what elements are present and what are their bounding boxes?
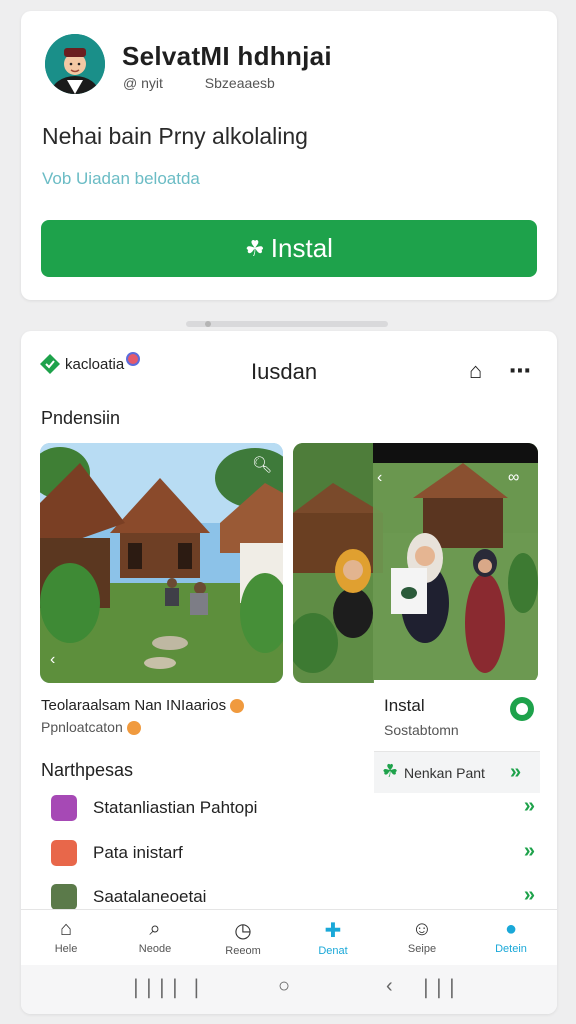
search-icon: ⌕ (149, 918, 161, 940)
arrow-right-icon: » (510, 761, 522, 783)
app-avatar (45, 34, 105, 94)
page-title: Iusdan (251, 359, 318, 384)
back-icon[interactable]: ‹ (386, 975, 393, 998)
home-icon: ⌂ (59, 918, 73, 940)
install-button-label: Instal (270, 233, 333, 263)
share-icon[interactable]: ⌂ (469, 358, 482, 384)
nav-item-search[interactable]: ⌕ Neode (115, 918, 195, 955)
home-circle-icon[interactable]: ○ (278, 975, 290, 998)
nav-label: Denat (318, 945, 348, 957)
screenshot-2[interactable]: ‹ ∞ (293, 443, 538, 683)
arrow-right-icon: » (523, 884, 535, 906)
nav-label: Detein (495, 943, 527, 955)
nav-label: Neode (138, 943, 172, 955)
zoom-icon[interactable]: 🔍︎ (252, 455, 272, 475)
screenshot-subcaption: Ppnloatcaton (41, 719, 141, 736)
list-item-label: Saatalaneoetai (93, 887, 207, 906)
link-icon[interactable]: ∞ (508, 469, 519, 487)
face-icon: ☺ (411, 918, 433, 940)
nav-label: Reeom (225, 945, 261, 957)
brand[interactable]: kacloatia (39, 352, 141, 375)
more-icon[interactable]: ⋯ (509, 358, 531, 384)
drag-dot (205, 321, 211, 327)
nav-item-profile[interactable]: ● Detein (471, 918, 551, 955)
developer-name[interactable]: @ nyit (123, 75, 163, 91)
bottom-nav: ⌂ Hele ⌕ Neode ◷ Reeom ✚ Denat ☺ Seipe ●… (21, 909, 557, 965)
subcaption-text: Ppnloatcaton (41, 719, 123, 735)
app-icon (51, 884, 77, 910)
system-nav-bar: ∣∣∣∣ ∣ ○ ‹ ∣∣∣ (21, 965, 557, 1014)
screenshot-1[interactable]: 🔍︎ ‹ (40, 443, 283, 683)
back-icon[interactable]: ‹ (377, 469, 382, 487)
popup-action-icon[interactable] (510, 697, 534, 721)
brand-logo-icon (40, 354, 60, 374)
brand-badge (126, 352, 141, 366)
add-icon: ✚ (324, 920, 342, 942)
figure-icon: ☘ (382, 761, 399, 781)
screenshot-caption: Teolaraalsam Nan INIaarios (41, 697, 245, 714)
nav-item-add[interactable]: ✚ Denat (293, 918, 373, 957)
popup-subtitle: Sostabtomn (384, 722, 459, 738)
badge-icon (230, 699, 245, 714)
list-section-label: Narthpesas (41, 760, 134, 780)
category-label: Sbzeaaesb (204, 75, 275, 91)
list-item[interactable]: Statanliastian Pahtopi » (51, 793, 541, 827)
chevron-left-icon[interactable]: ‹ (50, 651, 55, 669)
app-link[interactable]: Vob Uiadan beloatda (42, 169, 200, 189)
developer-row: @ nyit Sbzeaaesb (123, 75, 313, 91)
popup-row[interactable]: ☘ Nenkan Pant » (374, 751, 540, 793)
check-icon (51, 795, 77, 821)
popup-title[interactable]: Instal (384, 696, 425, 716)
play-icon (51, 840, 77, 866)
nav-item-recent[interactable]: ◷ Reeom (203, 918, 283, 957)
nav-label: Hele (54, 943, 78, 955)
leaf-icon: ☘ (245, 235, 265, 261)
screenshots-section-label: Pndensiin (41, 408, 121, 428)
clock-icon: ◷ (234, 920, 252, 942)
list-item-label: Statanliastian Pahtopi (93, 798, 258, 817)
nav-item-face[interactable]: ☺ Seipe (382, 918, 462, 955)
recents-icon[interactable]: ∣∣∣∣ ∣ (131, 975, 205, 1000)
brand-name: kacloatia (65, 355, 125, 373)
app-headline: Nehai bain Prny alkolaling (42, 123, 308, 149)
badge-icon (126, 721, 141, 736)
caption-text: Teolaraalsam Nan INIaarios (41, 697, 227, 714)
list-item-label: Pata inistarf (93, 843, 183, 862)
popup-row-label: Nenkan Pant (404, 765, 485, 781)
nav-label: Seipe (407, 943, 437, 955)
drag-handle[interactable] (186, 321, 388, 327)
list-item[interactable]: Pata inistarf » (51, 838, 541, 872)
menu-icon[interactable]: ∣∣∣ (421, 975, 460, 1000)
detail-card: kacloatia Iusdan ⌂ ⋯ Pndensiin 🔍︎ ‹ ‹ ∞ … (21, 331, 557, 1014)
app-header-card: SelvatMI hdhnjai @ nyit Sbzeaaesb Nehai … (21, 11, 557, 300)
nav-item-home[interactable]: ⌂ Hele (26, 918, 106, 955)
arrow-right-icon: » (523, 840, 535, 862)
person-icon: ● (504, 918, 518, 940)
install-button[interactable]: ☘ Instal (41, 220, 537, 277)
arrow-right-icon: » (523, 795, 535, 817)
app-name: SelvatMI hdhnjai (122, 41, 332, 71)
